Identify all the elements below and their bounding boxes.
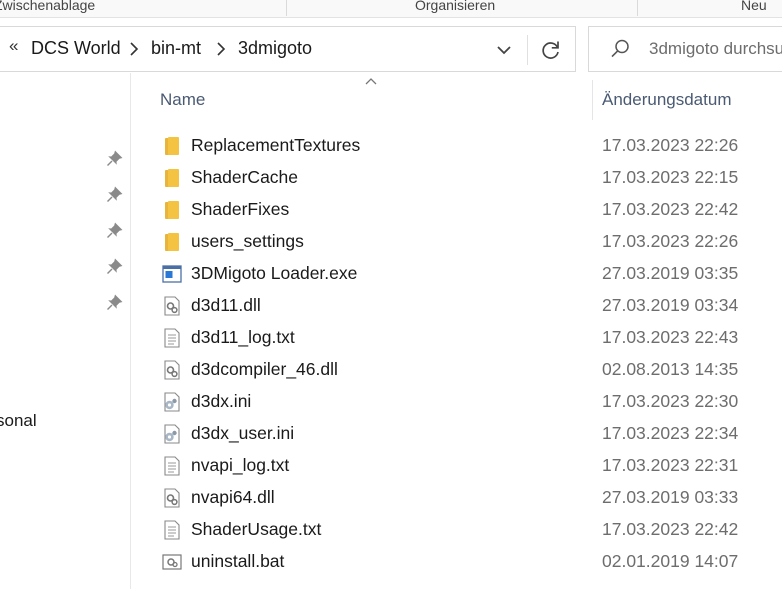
pin-icon[interactable] — [106, 221, 124, 239]
ribbon-group-clipboard: Zwischenablage — [0, 0, 96, 13]
ini-file-icon — [162, 424, 182, 444]
file-row[interactable]: d3d11_log.txt 17.03.2023 22:43 — [150, 322, 782, 354]
file-name[interactable]: 3DMigoto Loader.exe — [191, 263, 357, 284]
sort-ascending-icon — [365, 78, 377, 85]
exe-icon — [162, 264, 182, 284]
ini-file-icon — [162, 392, 182, 412]
file-row[interactable]: ShaderFixes 17.03.2023 22:42 — [150, 194, 782, 226]
file-row[interactable]: ReplacementTextures 17.03.2023 22:26 — [150, 130, 782, 162]
text-file-icon — [162, 328, 182, 348]
pin-icon[interactable] — [106, 293, 124, 311]
file-modified-date: 02.08.2013 14:35 — [602, 359, 739, 379]
folder-icon — [162, 168, 182, 188]
address-divider — [527, 35, 528, 65]
pin-icon[interactable] — [106, 185, 124, 203]
search-icon — [611, 39, 629, 58]
file-modified-date: 17.03.2023 22:26 — [602, 135, 739, 155]
file-modified-date: 17.03.2023 22:15 — [602, 167, 739, 187]
text-file-icon — [162, 520, 182, 540]
file-name[interactable]: d3d11_log.txt — [191, 327, 295, 348]
file-row[interactable]: nvapi64.dll 27.03.2019 03:33 — [150, 482, 782, 514]
file-name[interactable]: d3d11.dll — [191, 295, 261, 316]
file-modified-date: 17.03.2023 22:43 — [602, 327, 739, 347]
file-row[interactable]: ShaderCache 17.03.2023 22:15 — [150, 162, 782, 194]
file-modified-date: 17.03.2023 22:34 — [602, 423, 739, 443]
file-modified-date: 02.01.2019 14:07 — [602, 551, 739, 571]
file-modified-date: 17.03.2023 22:30 — [602, 391, 739, 411]
search-input[interactable]: 3dmigoto durchsuchen — [588, 26, 782, 72]
file-name[interactable]: uninstall.bat — [191, 551, 284, 572]
batch-file-icon — [162, 552, 182, 572]
ribbon-group-new: Neu — [741, 0, 767, 13]
file-name[interactable]: ShaderCache — [191, 167, 298, 188]
file-row[interactable]: ShaderUsage.txt 17.03.2023 22:42 — [150, 514, 782, 546]
navigation-pane[interactable]: sonal — [0, 73, 131, 589]
file-modified-date: 27.03.2019 03:33 — [602, 487, 739, 507]
text-file-icon — [162, 456, 182, 476]
folder-icon — [162, 232, 182, 252]
file-name[interactable]: ShaderUsage.txt — [191, 519, 321, 540]
file-row[interactable]: uninstall.bat 02.01.2019 14:07 — [150, 546, 782, 578]
breadcrumb-overflow-button[interactable]: « — [9, 36, 18, 56]
breadcrumb-dcs-world[interactable]: DCS World — [31, 38, 121, 59]
column-header-date-modified[interactable]: Änderungsdatum — [602, 90, 731, 110]
file-name[interactable]: nvapi_log.txt — [191, 455, 289, 476]
search-placeholder: 3dmigoto durchsuchen — [649, 39, 782, 58]
file-row[interactable]: d3dx_user.ini 17.03.2023 22:34 — [150, 418, 782, 450]
ribbon-group-strip: Zwischenablage Organisieren Neu — [0, 0, 782, 18]
folder-icon — [162, 136, 182, 156]
file-row[interactable]: 3DMigoto Loader.exe 27.03.2019 03:35 — [150, 258, 782, 290]
address-history-dropdown-icon[interactable] — [493, 39, 515, 61]
file-modified-date: 27.03.2019 03:34 — [602, 295, 739, 315]
file-name[interactable]: users_settings — [191, 231, 304, 252]
refresh-icon[interactable] — [539, 38, 563, 62]
file-modified-date: 17.03.2023 22:26 — [602, 231, 739, 251]
nav-item-personal[interactable]: sonal — [0, 411, 37, 431]
file-row[interactable]: d3d11.dll 27.03.2019 03:34 — [150, 290, 782, 322]
file-row[interactable]: nvapi_log.txt 17.03.2023 22:31 — [150, 450, 782, 482]
file-name[interactable]: d3dx.ini — [191, 391, 251, 412]
file-name[interactable]: nvapi64.dll — [191, 487, 275, 508]
file-name[interactable]: ShaderFixes — [191, 199, 289, 220]
folder-icon — [162, 200, 182, 220]
ribbon-divider — [286, 0, 287, 16]
breadcrumb-3dmigoto[interactable]: 3dmigoto — [238, 38, 312, 59]
file-row[interactable]: d3dcompiler_46.dll 02.08.2013 14:35 — [150, 354, 782, 386]
address-bar[interactable]: « DCS World bin-mt 3dmigoto — [0, 26, 576, 72]
pin-icon[interactable] — [106, 257, 124, 275]
file-name[interactable]: ReplacementTextures — [191, 135, 360, 156]
column-divider[interactable] — [592, 80, 593, 120]
file-modified-date: 17.03.2023 22:42 — [602, 199, 739, 219]
file-modified-date: 17.03.2023 22:42 — [602, 519, 739, 539]
file-modified-date: 17.03.2023 22:31 — [602, 455, 739, 475]
file-modified-date: 27.03.2019 03:35 — [602, 263, 739, 283]
dll-icon — [162, 360, 182, 380]
column-header-name[interactable]: Name — [160, 90, 205, 110]
file-name[interactable]: d3dcompiler_46.dll — [191, 359, 338, 380]
breadcrumb-bin-mt[interactable]: bin-mt — [151, 38, 201, 59]
ribbon-divider — [637, 0, 638, 16]
file-row[interactable]: users_settings 17.03.2023 22:26 — [150, 226, 782, 258]
pin-icon[interactable] — [106, 149, 124, 167]
chevron-right-icon[interactable] — [214, 41, 228, 57]
ribbon-group-organize: Organisieren — [415, 0, 496, 13]
dll-icon — [162, 296, 182, 316]
chevron-right-icon[interactable] — [127, 41, 141, 57]
dll-icon — [162, 488, 182, 508]
file-name[interactable]: d3dx_user.ini — [191, 423, 294, 444]
file-row[interactable]: d3dx.ini 17.03.2023 22:30 — [150, 386, 782, 418]
